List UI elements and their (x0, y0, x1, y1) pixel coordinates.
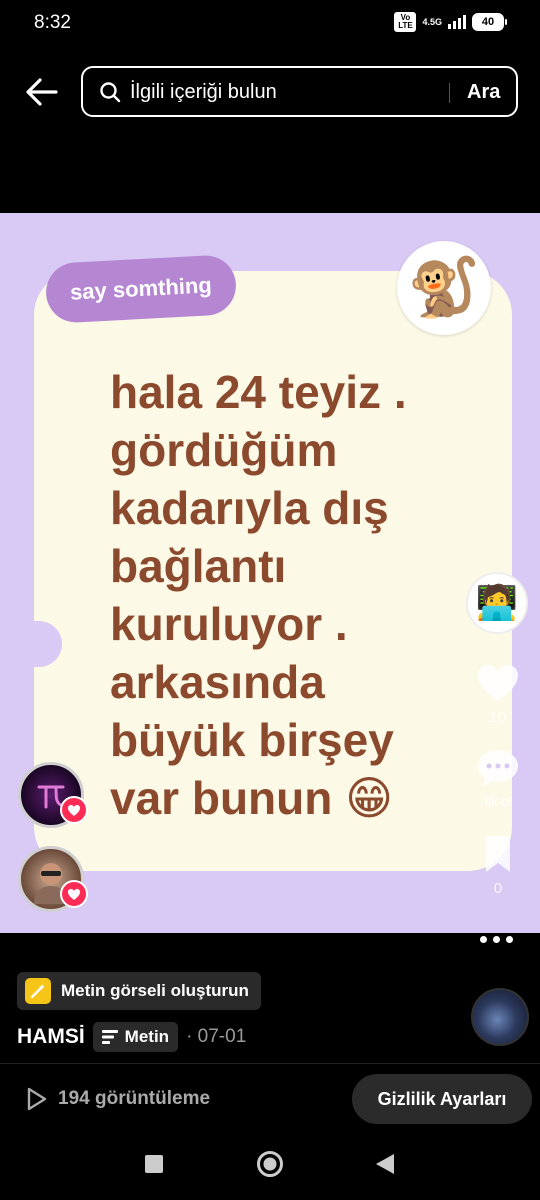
play-outline-icon (27, 1087, 47, 1111)
author-name[interactable]: HAMSİ (17, 1025, 85, 1049)
post-content[interactable]: say somthing 🐒 hala 24 teyiz . gördüğüm … (0, 213, 540, 933)
divider (0, 1063, 540, 1064)
post-date: · 07-01 (186, 1026, 247, 1047)
volte-icon: Vo LTE (394, 12, 417, 32)
card-notch (34, 621, 62, 667)
search-icon (100, 82, 121, 103)
create-text-image-button[interactable]: Metin görseli oluşturun (17, 972, 261, 1010)
music-disc[interactable] (471, 988, 529, 1046)
signal-icon (448, 15, 466, 29)
creator-avatar[interactable]: 🧑‍💻 (466, 572, 528, 634)
like-count: 10 (489, 709, 507, 726)
battery-icon: 40 (472, 13, 507, 31)
bookmark-icon (486, 836, 510, 872)
network-type: 4.5G (422, 16, 442, 27)
search-divider (449, 83, 450, 103)
monkey-avatar: 🐒 (397, 241, 491, 335)
recents-icon[interactable] (144, 1154, 164, 1174)
prompt-pill: say somthing (44, 254, 238, 324)
save-count: 0 (493, 880, 503, 897)
heart-icon (478, 665, 518, 701)
status-time: 8:32 (34, 12, 71, 33)
home-icon[interactable] (256, 1150, 284, 1178)
heart-badge-icon (60, 796, 88, 824)
system-nav-bar (0, 1140, 540, 1200)
comment-icon (478, 750, 518, 786)
post-type-badge: Metin (92, 1022, 179, 1052)
author-row: HAMSİ Metin · 07-01 (17, 1022, 246, 1052)
more-options-icon[interactable] (480, 936, 513, 943)
view-count: 194 görüntüleme (58, 1088, 211, 1109)
search-row: İlgili içeriği bulun Ara (0, 66, 540, 118)
create-text-image-label: Metin görseli oluşturun (61, 981, 249, 1000)
back-arrow-icon (26, 78, 58, 106)
text-lines-icon (101, 1030, 118, 1044)
comment-count: İlk ol (484, 794, 512, 809)
search-button[interactable]: Ara (467, 81, 500, 104)
status-indicators: Vo LTE 4.5G 40 (394, 12, 507, 32)
like-button[interactable]: 10 (472, 663, 524, 726)
search-placeholder: İlgili içeriği bulun (130, 81, 277, 103)
magic-wand-icon (25, 978, 51, 1004)
comment-button[interactable]: İlk ol (472, 748, 524, 809)
privacy-settings-button[interactable]: Gizlilik Ayarları (352, 1074, 532, 1124)
save-button[interactable]: 0 (472, 834, 524, 897)
back-nav-icon[interactable] (374, 1152, 396, 1176)
search-input[interactable]: İlgili içeriği bulun Ara (81, 66, 518, 117)
post-text: hala 24 teyiz . gördüğüm kadarıyla dış b… (110, 366, 407, 824)
post-type-label: Metin (124, 1027, 170, 1046)
status-bar: 8:32 Vo LTE 4.5G 40 (0, 0, 540, 44)
heart-badge-icon (60, 880, 88, 908)
views-row: 194 görüntüleme (26, 1087, 210, 1111)
back-button[interactable] (24, 76, 60, 108)
